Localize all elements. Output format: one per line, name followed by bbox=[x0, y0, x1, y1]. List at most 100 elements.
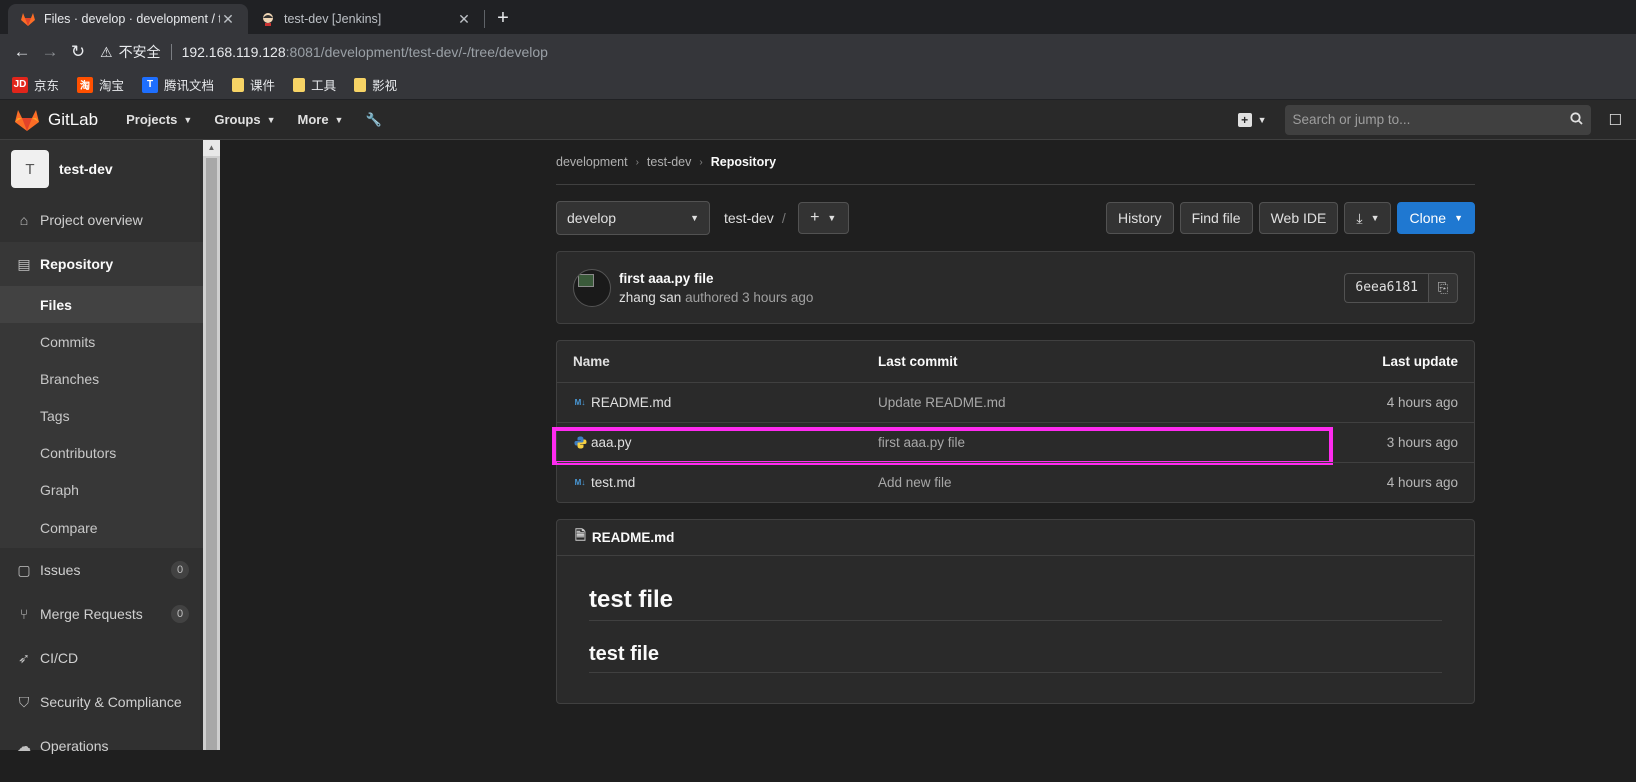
bookmark-tencent-docs[interactable]: T 腾讯文档 bbox=[142, 75, 214, 94]
file-link[interactable]: aaa.py bbox=[591, 435, 632, 450]
folder-icon bbox=[354, 77, 367, 92]
project-avatar: T bbox=[11, 150, 49, 188]
clone-button[interactable]: Clone ▼ bbox=[1397, 202, 1475, 234]
branch-name: develop bbox=[567, 210, 617, 226]
commit-author[interactable]: zhang san bbox=[619, 290, 681, 305]
commit-info: first aaa.py file zhang san authored 3 h… bbox=[619, 271, 813, 305]
branch-dropdown[interactable]: develop ▼ bbox=[556, 201, 710, 235]
table-row[interactable]: aaa.py first aaa.py file 3 hours ago bbox=[552, 422, 1474, 465]
bookmark-folder-tools[interactable]: 工具 bbox=[293, 75, 336, 94]
admin-wrench-icon[interactable]: 🔧 bbox=[365, 112, 381, 128]
table-header: Name Last commit Last update bbox=[557, 341, 1474, 382]
file-link[interactable]: test.md bbox=[591, 475, 635, 490]
bookmark-folder-courseware[interactable]: 课件 bbox=[232, 75, 275, 94]
close-tab-icon[interactable]: ✕ bbox=[220, 11, 236, 28]
chevron-right-icon: › bbox=[699, 156, 703, 168]
commit-sha[interactable]: 6eea6181 bbox=[1344, 272, 1428, 303]
breadcrumb-group[interactable]: development bbox=[556, 155, 628, 169]
sidebar-sub-graph[interactable]: Graph bbox=[0, 471, 203, 508]
file-commit-message[interactable]: Update README.md bbox=[878, 395, 1308, 410]
sidebar-item-label: CI/CD bbox=[40, 650, 79, 666]
sidebar-item-label: Operations bbox=[40, 738, 109, 754]
new-tab-icon[interactable]: + bbox=[489, 4, 517, 32]
history-button[interactable]: History bbox=[1106, 202, 1174, 234]
sidebar-sub-commits[interactable]: Commits bbox=[0, 323, 203, 360]
copy-clipboard-icon[interactable]: ⎘ bbox=[1428, 272, 1458, 303]
commit-title[interactable]: first aaa.py file bbox=[619, 271, 813, 286]
search-placeholder: Search or jump to... bbox=[1292, 112, 1411, 127]
web-ide-button[interactable]: Web IDE bbox=[1258, 202, 1339, 234]
sidebar-sub-tags[interactable]: Tags bbox=[0, 397, 203, 434]
sidebar-item-project-overview[interactable]: ⌂ Project overview bbox=[0, 198, 203, 242]
file-link[interactable]: README.md bbox=[591, 395, 671, 410]
sidebar-project-header[interactable]: T test-dev bbox=[0, 140, 203, 198]
new-dropdown-button[interactable]: + ▼ bbox=[1237, 112, 1267, 127]
sidebar-sub-contributors[interactable]: Contributors bbox=[0, 434, 203, 471]
markdown-icon: M↓ bbox=[574, 398, 586, 407]
file-name-cell: M↓ test.md bbox=[573, 475, 878, 490]
repo-root-link[interactable]: test-dev bbox=[724, 210, 774, 226]
table-row[interactable]: M↓ README.md Update README.md 4 hours ag… bbox=[557, 382, 1474, 422]
search-icon bbox=[1569, 111, 1583, 128]
sidebar-sub-files[interactable]: Files bbox=[0, 286, 203, 323]
nav-projects[interactable]: Projects ▼ bbox=[126, 112, 192, 127]
sidebar-sub-compare[interactable]: Compare bbox=[0, 508, 203, 548]
sidebar-scrollbar[interactable]: ▲ bbox=[203, 140, 220, 750]
table-row[interactable]: M↓ test.md Add new file 4 hours ago bbox=[557, 462, 1474, 502]
readme-heading-1: test file bbox=[589, 586, 1442, 621]
breadcrumb-project[interactable]: test-dev bbox=[647, 155, 691, 169]
url-field[interactable]: ⚠ 不安全 192.168.119.128:8081/development/t… bbox=[100, 38, 1628, 66]
breadcrumb-current[interactable]: Repository bbox=[711, 155, 776, 169]
readme-header: 🗎 README.md bbox=[557, 520, 1474, 556]
find-file-button[interactable]: Find file bbox=[1179, 202, 1253, 234]
sidebar-item-operations[interactable]: ☁ Operations bbox=[0, 724, 203, 768]
warning-icon: ⚠ bbox=[100, 43, 113, 60]
file-name-cell: aaa.py bbox=[573, 435, 878, 450]
bookmark-folder-video[interactable]: 影视 bbox=[354, 75, 397, 94]
sidebar-item-label: Repository bbox=[40, 256, 114, 272]
repo-toolbar: develop ▼ test-dev / + ▼ History Find file… bbox=[556, 185, 1475, 251]
file-commit-message[interactable]: first aaa.py file bbox=[878, 435, 1308, 450]
address-bar: ← → ↻ ⚠ 不安全 192.168.119.128:8081/develop… bbox=[0, 34, 1636, 70]
sidebar-item-issues[interactable]: ▢ Issues 0 bbox=[0, 548, 203, 592]
clone-label: Clone bbox=[1409, 210, 1447, 226]
readme-filename[interactable]: README.md bbox=[592, 530, 675, 545]
add-to-tree-button[interactable]: + ▼ bbox=[797, 202, 849, 234]
search-input[interactable]: Search or jump to... bbox=[1284, 104, 1591, 135]
nav-more[interactable]: More ▼ bbox=[297, 112, 343, 127]
readme-panel: 🗎 README.md test file test file bbox=[556, 519, 1475, 704]
file-commit-message[interactable]: Add new file bbox=[878, 475, 1308, 490]
gitlab-brand: GitLab bbox=[48, 109, 99, 129]
sidebar-item-cicd[interactable]: ➶ CI/CD bbox=[0, 636, 203, 680]
chevron-down-icon: ▼ bbox=[690, 213, 699, 223]
bookmark-taobao[interactable]: 淘 淘宝 bbox=[77, 75, 124, 94]
sidebar-item-merge-requests[interactable]: ⑂ Merge Requests 0 bbox=[0, 592, 203, 636]
todo-icon[interactable]: ☐ bbox=[1609, 111, 1622, 129]
scrollbar-thumb[interactable] bbox=[206, 158, 217, 750]
nav-groups[interactable]: Groups ▼ bbox=[214, 112, 275, 127]
header-last-commit: Last commit bbox=[878, 354, 958, 369]
sidebar-item-repository[interactable]: ▤ Repository bbox=[0, 242, 203, 286]
back-icon[interactable]: ← bbox=[8, 38, 36, 66]
sidebar-item-security-compliance[interactable]: ⛉ Security & Compliance bbox=[0, 680, 203, 724]
merge-requests-count-badge: 0 bbox=[171, 605, 189, 623]
bookmark-jd[interactable]: JD 京东 bbox=[12, 75, 59, 94]
tab-separator bbox=[484, 10, 485, 28]
readme-heading-2: test file bbox=[589, 643, 1442, 673]
reload-icon[interactable]: ↻ bbox=[64, 38, 92, 66]
close-tab-icon[interactable]: ✕ bbox=[456, 11, 472, 28]
sidebar-item-label: Merge Requests bbox=[40, 606, 143, 622]
file-tree-table: Name Last commit Last update M↓ README.m… bbox=[552, 340, 1475, 503]
tab-gitlab-files[interactable]: Files · develop · development / test-dev… bbox=[8, 4, 248, 34]
gitlab-logo[interactable]: GitLab bbox=[14, 108, 98, 132]
sidebar-sub-branches[interactable]: Branches bbox=[0, 360, 203, 397]
download-button[interactable]: ⤓ ▼ bbox=[1344, 202, 1392, 234]
markdown-icon: M↓ bbox=[574, 478, 586, 487]
readme-body: test file test file bbox=[557, 556, 1474, 703]
avatar[interactable] bbox=[573, 268, 611, 307]
issues-count-badge: 0 bbox=[171, 561, 189, 579]
tab-jenkins[interactable]: test-dev [Jenkins] ✕ bbox=[248, 4, 484, 34]
forward-icon[interactable]: → bbox=[36, 38, 64, 66]
jd-icon: JD bbox=[12, 76, 28, 93]
scroll-up-arrow-icon[interactable]: ▲ bbox=[203, 140, 220, 156]
